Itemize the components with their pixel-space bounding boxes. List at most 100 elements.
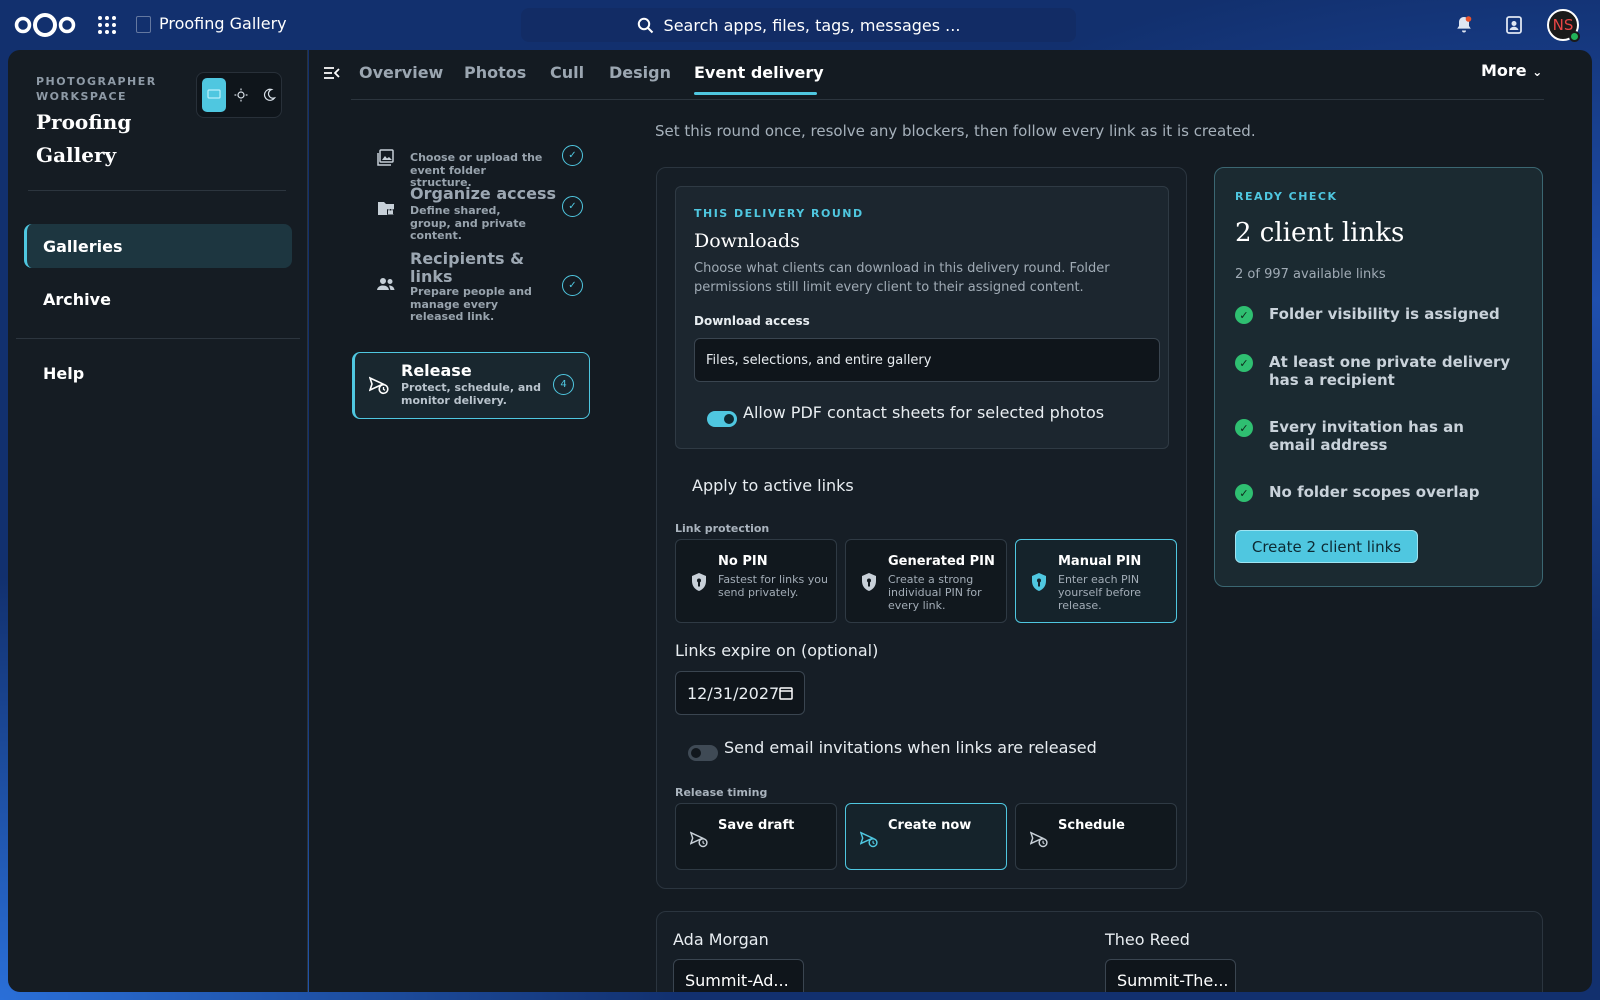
pin-option-manual[interactable]: Manual PIN Enter each PIN yourself befor…	[1015, 539, 1177, 623]
active-tab-indicator	[694, 92, 817, 95]
email-invitations-label: Send email invitations when links are re…	[724, 738, 1097, 757]
online-status-dot	[1569, 31, 1580, 42]
tab-bar: Overview Photos Cull Design Event delive…	[309, 50, 1592, 100]
downloads-title: Downloads	[694, 230, 800, 252]
recipient-link-input[interactable]: Summit-The...	[1105, 959, 1236, 992]
step-recipients-links[interactable]: Recipients & links Prepare people and ma…	[360, 238, 598, 338]
moon-icon	[263, 88, 276, 101]
check-circle-icon: ✓	[1235, 354, 1253, 372]
send-clock-icon	[1030, 831, 1048, 848]
theme-switcher	[196, 72, 282, 118]
expiry-date-value: 12/31/2027	[687, 683, 780, 703]
user-avatar[interactable]: NS	[1547, 9, 1580, 42]
toggle-navigation-icon[interactable]	[323, 65, 341, 81]
pin-option-desc: Create a strong individual PIN for every…	[888, 573, 982, 612]
timing-option-title: Save draft	[718, 818, 795, 833]
expiry-label: Links expire on (optional)	[675, 641, 879, 660]
link-protection-label: Link protection	[675, 522, 770, 535]
pdf-contact-sheets-label: Allow PDF contact sheets for selected ph…	[743, 403, 1105, 422]
pin-option-title: Generated PIN	[888, 554, 995, 569]
ready-check-subtitle: 2 of 997 available links	[1235, 267, 1386, 282]
tab-photos[interactable]: Photos	[464, 63, 526, 82]
pin-option-desc: Fastest for links you send privately.	[718, 573, 828, 599]
app-title[interactable]: Proofing Gallery	[159, 14, 287, 33]
delivery-round-kicker: THIS DELIVERY ROUND	[694, 207, 864, 220]
contacts-icon[interactable]	[1504, 15, 1524, 35]
app-navigation: PHOTOGRAPHER WORKSPACE Proofing Gallery …	[8, 50, 308, 992]
sidebar-item-archive[interactable]: Archive	[24, 277, 292, 321]
check-item-label: Every invitation has an email address	[1269, 418, 1464, 454]
tab-overview[interactable]: Overview	[359, 63, 443, 82]
theme-dark-button[interactable]	[257, 78, 281, 112]
check-circle-icon: ✓	[1235, 419, 1253, 437]
sun-icon	[234, 88, 248, 102]
theme-light-button[interactable]	[229, 78, 253, 112]
step-folders-check-icon: ✓	[562, 145, 583, 166]
workspace-title-line2: Gallery	[36, 143, 117, 167]
check-item-label: Folder visibility is assigned	[1269, 305, 1500, 323]
tab-design[interactable]: Design	[609, 63, 671, 82]
search-icon	[637, 17, 653, 33]
step-recipients-links-desc: Prepare people and manage every released…	[410, 285, 532, 323]
send-clock-icon	[860, 831, 878, 848]
step-release-desc: Protect, schedule, and monitor delivery.	[401, 381, 541, 407]
folder-lock-icon	[378, 202, 394, 215]
create-client-links-button[interactable]: Create 2 client links	[1235, 530, 1418, 563]
expiry-date-input[interactable]: 12/31/2027	[675, 671, 805, 715]
sidebar-item-help[interactable]: Help	[24, 351, 292, 395]
step-organize-access[interactable]: Organize access Define shared, group, an…	[360, 170, 598, 246]
timing-option-save-draft[interactable]: Save draft	[675, 803, 837, 870]
pin-option-desc: Enter each PIN yourself before release.	[1058, 573, 1142, 612]
pdf-contact-sheets-toggle[interactable]	[707, 411, 737, 427]
workspace-label: PHOTOGRAPHER WORKSPACE	[36, 75, 157, 103]
more-label: More	[1481, 61, 1527, 80]
monitor-icon	[207, 89, 221, 99]
timing-option-title: Create now	[888, 818, 972, 833]
step-organize-access-title: Organize access	[410, 184, 557, 203]
tab-cull[interactable]: Cull	[550, 63, 584, 82]
download-access-select[interactable]: Files, selections, and entire gallery	[694, 338, 1160, 382]
theme-auto-button[interactable]	[202, 78, 227, 112]
tab-event-delivery[interactable]: Event delivery	[694, 63, 824, 82]
timing-option-title: Schedule	[1058, 818, 1125, 833]
pin-option-title: Manual PIN	[1058, 554, 1142, 569]
step-organize-access-desc: Define shared, group, and private conten…	[410, 204, 526, 242]
release-timing-label: Release timing	[675, 786, 768, 799]
pin-option-no-pin[interactable]: No PIN Fastest for links you send privat…	[675, 539, 837, 623]
app-menu-icon[interactable]	[97, 15, 117, 35]
shield-icon	[862, 573, 876, 591]
pin-option-title: No PIN	[718, 554, 768, 569]
notifications-bell-icon[interactable]	[1454, 15, 1474, 35]
image-icon	[377, 149, 394, 166]
apply-to-active-links-button[interactable]: Apply to active links	[692, 476, 854, 495]
app-content: Overview Photos Cull Design Event delive…	[309, 50, 1592, 992]
more-menu-button[interactable]: More ⌄	[1481, 61, 1542, 80]
timing-option-create-now[interactable]: Create now	[845, 803, 1007, 870]
chevron-down-icon: ⌄	[1532, 65, 1543, 79]
shield-icon	[692, 573, 706, 591]
unified-search[interactable]: Search apps, files, tags, messages ...	[521, 8, 1076, 42]
step-folders[interactable]: Choose or upload the event folder struct…	[360, 98, 598, 189]
email-invitations-toggle[interactable]	[688, 745, 718, 761]
check-item-label: At least one private delivery has a reci…	[1269, 353, 1511, 389]
sidebar-divider	[28, 190, 286, 191]
nextcloud-logo-icon[interactable]	[14, 12, 76, 38]
ready-check-title: 2 client links	[1235, 218, 1405, 248]
send-clock-icon	[690, 831, 708, 848]
recipient-links-card: Ada Morgan Summit-Ad... Theo Reed Summit…	[656, 911, 1543, 992]
step-release-title: Release	[401, 361, 472, 380]
pin-option-generated[interactable]: Generated PIN Create a strong individual…	[845, 539, 1007, 623]
recipient-link-input[interactable]: Summit-Ad...	[673, 959, 804, 992]
ready-check-card: READY CHECK 2 client links 2 of 997 avai…	[1214, 167, 1543, 587]
ready-check-kicker: READY CHECK	[1235, 190, 1338, 203]
check-item-label: No folder scopes overlap	[1269, 483, 1480, 501]
calendar-icon[interactable]	[779, 686, 793, 700]
intro-text: Set this round once, resolve any blocker…	[655, 122, 1256, 140]
timing-option-schedule[interactable]: Schedule	[1015, 803, 1177, 870]
delivery-settings-card: THIS DELIVERY ROUND Downloads Choose wha…	[656, 167, 1187, 889]
workspace-title: Proofing Gallery	[36, 106, 131, 172]
workspace-title-line1: Proofing	[36, 110, 132, 134]
sidebar-item-galleries[interactable]: Galleries	[24, 224, 292, 268]
step-release[interactable]: Release Protect, schedule, and monitor d…	[352, 352, 590, 419]
recipient-name: Ada Morgan	[673, 930, 769, 949]
